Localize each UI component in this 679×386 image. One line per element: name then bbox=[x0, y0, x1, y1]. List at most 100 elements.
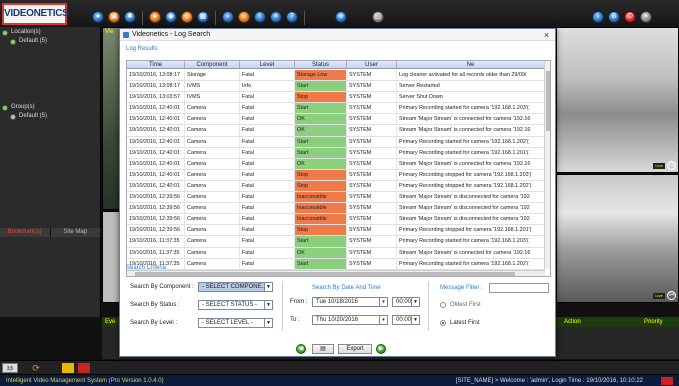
power-icon[interactable]: ⏻ bbox=[624, 11, 636, 23]
table-row[interactable]: 19/10/2016, 12:39:56 Camera Fatal Stop SYSTE… bbox=[127, 225, 545, 237]
record-button-icon[interactable] bbox=[78, 363, 90, 373]
location-tree: Location(s) Default (5) bbox=[0, 28, 101, 46]
print-button[interactable]: ▤ bbox=[312, 344, 334, 354]
from-time-picker[interactable]: 00:00 ▼ bbox=[392, 297, 420, 307]
record-icon[interactable]: ● bbox=[149, 11, 161, 23]
message-filter-input[interactable] bbox=[489, 283, 549, 293]
event-column-priority[interactable]: Priority bbox=[644, 317, 663, 327]
cell-user: SYSTEM bbox=[347, 192, 397, 203]
table-row[interactable]: 19/10/2016, 11:37:35 Camera Fatal Start SYST… bbox=[127, 236, 545, 248]
video-tile[interactable]: Live 02 bbox=[556, 27, 679, 173]
cell-status: Storage Low bbox=[295, 70, 347, 81]
tree-node-location[interactable]: Location(s) bbox=[0, 28, 101, 37]
table-row[interactable]: 19/10/2016, 13:08:17 IVMS Info Start SYSTEM S… bbox=[127, 81, 545, 93]
folder-icon[interactable] bbox=[62, 363, 74, 373]
camera-icon[interactable]: ◉ bbox=[165, 11, 177, 23]
monitor-icon[interactable]: ▣ bbox=[108, 11, 120, 23]
scrollbar-thumb[interactable] bbox=[135, 272, 515, 276]
tree-node-group-default[interactable]: Default (5) bbox=[0, 112, 101, 121]
vertical-scrollbar[interactable] bbox=[544, 61, 550, 269]
column-header-time[interactable]: Time bbox=[127, 61, 185, 68]
table-row[interactable]: 19/10/2016, 12:40:01 Camera Fatal OK SYSTEM S… bbox=[127, 158, 545, 170]
table-row[interactable]: 19/10/2016, 12:40:01 Camera Fatal Start SYST… bbox=[127, 103, 545, 115]
log-search-dialog: Videonetics - Log Search × Log Results T… bbox=[119, 28, 556, 357]
status-select[interactable]: - SELECT STATUS - ▼ bbox=[198, 300, 273, 310]
location-pin-icon bbox=[2, 29, 8, 36]
tab-bookmarks[interactable]: Bookmark(s) bbox=[0, 228, 51, 237]
close-icon[interactable]: × bbox=[640, 11, 652, 23]
settings-icon[interactable]: ✱ bbox=[124, 11, 136, 23]
column-header-status[interactable]: Status bbox=[295, 61, 347, 68]
tab-site-map[interactable]: Site Map bbox=[50, 228, 101, 237]
cell-component: Camera bbox=[185, 103, 240, 114]
oldest-first-radio[interactable] bbox=[440, 302, 446, 308]
table-row[interactable]: 19/10/2016, 12:40:01 Camera Fatal Stop SYSTE… bbox=[127, 169, 545, 181]
column-header-component[interactable]: Component bbox=[185, 61, 240, 68]
user-icon[interactable]: ● bbox=[92, 11, 104, 23]
table-row[interactable]: 19/10/2016, 12:40:01 Camera Fatal OK SYSTEM S… bbox=[127, 125, 545, 137]
level-select[interactable]: - SELECT LEVEL - ▼ bbox=[198, 318, 273, 328]
next-button[interactable]: ▶ bbox=[376, 344, 386, 354]
table-row[interactable]: 19/10/2016, 12:39:56 Camera Fatal Inaccessi… bbox=[127, 214, 545, 226]
column-header-level[interactable]: Level bbox=[240, 61, 295, 68]
previous-button[interactable]: ◀ bbox=[296, 344, 306, 354]
cell-user: SYSTEM bbox=[347, 147, 397, 158]
table-row[interactable]: 19/10/2016, 12:40:01 Camera Fatal OK SYSTEM S… bbox=[127, 114, 545, 126]
tree-node-group[interactable]: Group(s) bbox=[0, 103, 101, 112]
grid-icon[interactable]: ▦ bbox=[197, 11, 209, 23]
table-row[interactable]: 19/10/2016, 12:39:56 Camera Fatal Inaccessi… bbox=[127, 192, 545, 204]
cell-status: Stop bbox=[295, 180, 347, 192]
cell-message: Primary Recording started for camera '19… bbox=[397, 147, 545, 158]
grid-header: Time Component Level Status User Ne bbox=[127, 61, 545, 69]
export-button[interactable]: Export bbox=[338, 344, 372, 354]
cell-component: Camera bbox=[185, 236, 240, 247]
from-date-picker[interactable]: Tue 10/18/2016 ▾ bbox=[312, 297, 388, 307]
component-select[interactable]: - SELECT COMPONE... ▼ bbox=[198, 282, 273, 292]
person-icon[interactable]: ☺ bbox=[238, 11, 250, 23]
report-icon[interactable]: ≡ bbox=[270, 11, 282, 23]
config-icon[interactable]: ⚙ bbox=[608, 11, 620, 23]
table-row[interactable]: 19/10/2016, 11:37:35 Camera Fatal Start SYST… bbox=[127, 258, 545, 270]
cell-message: Stream 'Major Stream' is disconnected fo… bbox=[397, 192, 545, 203]
cell-user: SYSTEM bbox=[347, 136, 397, 147]
cell-time: 19/10/2016, 13:08:17 bbox=[127, 81, 185, 92]
left-panel: Location(s) Default (5) Group(s) Default… bbox=[0, 27, 101, 317]
map-icon[interactable]: ◎ bbox=[181, 11, 193, 23]
scrollbar-thumb[interactable] bbox=[546, 71, 550, 131]
search-icon[interactable]: ⌕ bbox=[222, 11, 234, 23]
tree-node-location-default[interactable]: Default (5) bbox=[0, 37, 101, 46]
cell-user: SYSTEM bbox=[347, 81, 397, 92]
to-date-picker[interactable]: Thu 10/20/2016 ▾ bbox=[312, 315, 388, 325]
to-label: To : bbox=[290, 317, 300, 323]
dialog-title-bar[interactable]: Videonetics - Log Search × bbox=[120, 29, 555, 41]
table-row[interactable]: 19/10/2016, 12:40:01 Camera Fatal Start SYST… bbox=[127, 136, 545, 148]
column-header-message[interactable]: Ne bbox=[397, 61, 545, 68]
layout-selector[interactable]: 3|5 bbox=[2, 363, 18, 373]
table-row[interactable]: 19/10/2016, 12:40:01 Camera Fatal Stop SYSTE… bbox=[127, 180, 545, 193]
latest-first-radio[interactable] bbox=[440, 320, 446, 326]
column-header-user[interactable]: User bbox=[347, 61, 397, 68]
video-tile[interactable]: Live 04 bbox=[556, 174, 679, 303]
dialog-close-button[interactable]: × bbox=[542, 30, 551, 40]
info-icon[interactable]: i bbox=[592, 11, 604, 23]
refresh-icon[interactable]: ⟳ bbox=[30, 363, 42, 373]
horizontal-scrollbar[interactable] bbox=[127, 270, 545, 276]
help-icon[interactable]: ? bbox=[286, 11, 298, 23]
table-row[interactable]: 19/10/2016, 11:37:35 Camera Fatal OK SYSTEM S… bbox=[127, 247, 545, 259]
table-row[interactable]: 19/10/2016, 13:08:17 Storage Fatal Storage … bbox=[127, 70, 545, 82]
cell-component: Camera bbox=[185, 225, 240, 236]
cell-user: SYSTEM bbox=[347, 203, 397, 214]
window-icon[interactable]: ▢ bbox=[372, 11, 384, 23]
alert-icon[interactable]: ! bbox=[254, 11, 266, 23]
to-time-value: 00:00 bbox=[396, 317, 412, 323]
table-row[interactable]: 19/10/2016, 12:39:56 Camera Fatal Inaccessi… bbox=[127, 203, 545, 215]
cell-user: SYSTEM bbox=[347, 258, 397, 269]
table-row[interactable]: 19/10/2016, 12:40:01 Camera Fatal Start SYST… bbox=[127, 147, 545, 159]
to-time-picker[interactable]: 00:00 ▼ bbox=[392, 315, 420, 325]
network-icon[interactable]: ⊕ bbox=[335, 11, 347, 23]
table-row[interactable]: 19/10/2016, 13:03:57 IVMS Fatal Stop SYSTEM S… bbox=[127, 92, 545, 104]
cell-component: Camera bbox=[185, 114, 240, 125]
event-column-action[interactable]: Action bbox=[564, 317, 581, 327]
cell-status: OK bbox=[295, 114, 347, 125]
cell-user: SYSTEM bbox=[347, 125, 397, 136]
